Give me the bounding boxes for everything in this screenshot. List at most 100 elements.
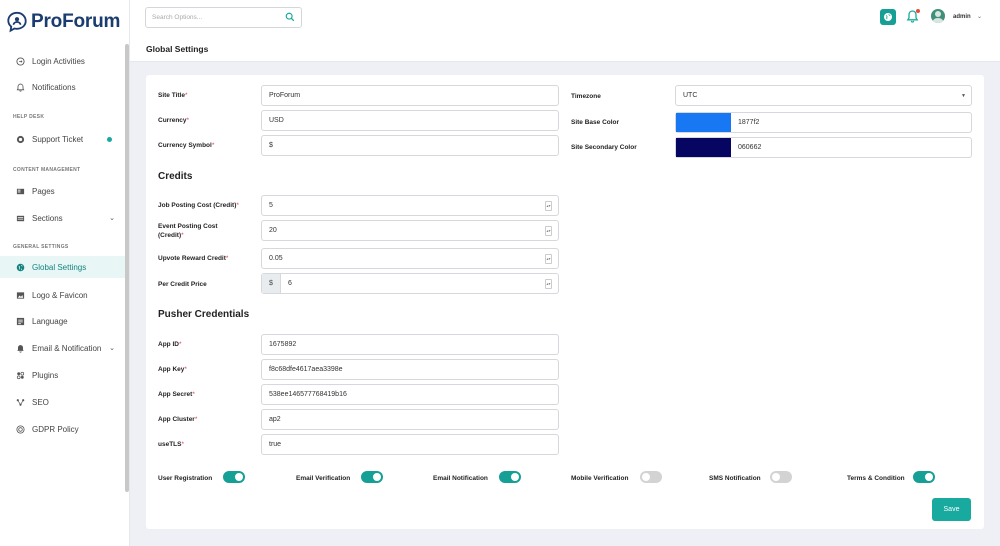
sidebar-scrollbar[interactable] xyxy=(125,44,129,492)
user-name[interactable]: admin xyxy=(953,14,971,20)
per-credit-field[interactable]: $ 6 ▴▾ xyxy=(261,273,559,294)
number-spinner[interactable]: ▴▾ xyxy=(545,226,552,236)
credits-heading: Credits xyxy=(158,171,193,182)
base-color-value: 1877f2 xyxy=(738,119,760,126)
visit-site-button[interactable] xyxy=(880,9,896,25)
toggle-label: Terms & Condition xyxy=(847,475,905,482)
toggle-knob xyxy=(642,473,650,481)
timezone-label: Timezone xyxy=(571,93,601,100)
app-secret-field[interactable]: 538ee146577768419b16 xyxy=(261,384,559,405)
number-spinner[interactable]: ▴▾ xyxy=(545,201,552,211)
secondary-color-field[interactable]: 060662 xyxy=(675,137,972,158)
number-spinner[interactable]: ▴▾ xyxy=(545,279,552,289)
sidebar-item-support-ticket[interactable]: Support Ticket xyxy=(0,128,126,150)
event-cost-field[interactable]: 20 ▴▾ xyxy=(261,220,559,241)
sidebar-item-plugins[interactable]: Plugins xyxy=(0,364,126,386)
search-input[interactable] xyxy=(146,8,271,27)
timezone-select[interactable]: UTC ▼ xyxy=(675,85,972,106)
sidebar-item-logo-favicon[interactable]: Logo & Favicon xyxy=(0,284,126,306)
currency-symbol-field[interactable]: $ xyxy=(261,135,559,156)
toggle-label: Mobile Verification xyxy=(571,475,629,482)
sidebar-item-global-settings[interactable]: Global Settings xyxy=(0,256,126,278)
globe-icon xyxy=(884,13,892,21)
caret-down-icon: ▼ xyxy=(961,93,966,99)
currency-field[interactable]: USD xyxy=(261,110,559,131)
toggle-knob xyxy=(511,473,519,481)
sidebar-item-language[interactable]: Language xyxy=(0,310,126,332)
ticket-icon xyxy=(15,134,26,145)
sidebar-item-label: Plugins xyxy=(32,370,59,380)
chevron-down-icon[interactable]: ⌄ xyxy=(977,13,982,20)
app-key-field[interactable]: f8c68dfe4617aea3398e xyxy=(261,359,559,380)
status-dot xyxy=(107,136,112,142)
sidebar-item-label: Notifications xyxy=(32,82,76,92)
per-credit-label: Per Credit Price xyxy=(158,281,207,288)
job-cost-value: 5 xyxy=(269,202,273,209)
image-icon xyxy=(15,290,26,301)
email-bell-icon xyxy=(15,343,26,354)
email-verification-toggle[interactable] xyxy=(361,471,383,483)
sidebar-item-sections[interactable]: Sections ⌄ xyxy=(0,207,126,229)
sidebar-item-email-notification[interactable]: Email & Notification ⌄ xyxy=(0,337,126,359)
currency-value: USD xyxy=(269,117,284,124)
site-title-field[interactable]: ProForum xyxy=(261,85,559,106)
user-registration-toggle[interactable] xyxy=(223,471,245,483)
section-general-settings: GENERAL SETTINGS xyxy=(13,244,69,250)
secondary-color-swatch[interactable] xyxy=(676,138,731,157)
seo-icon xyxy=(15,397,26,408)
sidebar-item-label: Login Activities xyxy=(32,56,85,66)
toggle-knob xyxy=(925,473,933,481)
logo[interactable]: ProForum xyxy=(6,9,120,35)
settings-card: Site Title* ProForum Currency* USD Curre… xyxy=(146,75,984,529)
sidebar-item-label: Pages xyxy=(32,186,55,196)
plugins-icon xyxy=(15,370,26,381)
use-tls-field[interactable]: true xyxy=(261,434,559,455)
email-notification-toggle[interactable] xyxy=(499,471,521,483)
gdpr-icon xyxy=(15,424,26,435)
terms-condition-toggle[interactable] xyxy=(913,471,935,483)
sidebar-item-seo[interactable]: SEO xyxy=(0,391,126,413)
base-color-swatch[interactable] xyxy=(676,113,731,132)
base-color-field[interactable]: 1877f2 xyxy=(675,112,972,133)
number-spinner[interactable]: ▴▾ xyxy=(545,254,552,264)
event-cost-label: Event Posting Cost (Credit)* xyxy=(158,223,218,239)
avatar[interactable] xyxy=(931,9,945,23)
topbar: Global Settings admin ⌄ xyxy=(130,0,1000,62)
toggle-label: Email Verification xyxy=(296,475,351,482)
sidebar-item-label: Logo & Favicon xyxy=(32,290,88,300)
notifications-button[interactable] xyxy=(906,9,920,25)
sidebar-item-pages[interactable]: Pages xyxy=(0,180,126,202)
app-cluster-value: ap2 xyxy=(269,416,281,423)
sidebar-item-login-activities[interactable]: Login Activities xyxy=(0,50,126,72)
app-id-field[interactable]: 1675892 xyxy=(261,334,559,355)
app-id-value: 1675892 xyxy=(269,341,297,348)
sidebar-item-label: Language xyxy=(32,316,68,326)
sidebar-item-gdpr-policy[interactable]: GDPR Policy xyxy=(0,418,126,440)
mobile-verification-toggle[interactable] xyxy=(640,471,662,483)
toggle-knob xyxy=(772,473,780,481)
currency-symbol-value: $ xyxy=(269,142,273,149)
search-icon[interactable] xyxy=(285,12,295,22)
search-box xyxy=(145,7,302,28)
app-cluster-field[interactable]: ap2 xyxy=(261,409,559,430)
save-button[interactable]: Save xyxy=(932,498,971,521)
currency-prefix: $ xyxy=(262,274,281,293)
page-title: Global Settings xyxy=(146,44,209,54)
job-cost-field[interactable]: 5 ▴▾ xyxy=(261,195,559,216)
upvote-label: Upvote Reward Credit* xyxy=(158,255,229,262)
sidebar-item-label: Support Ticket xyxy=(32,134,84,144)
notification-badge xyxy=(916,9,920,13)
event-cost-value: 20 xyxy=(269,227,277,234)
use-tls-value: true xyxy=(269,441,282,448)
toggle-label: Email Notification xyxy=(433,475,488,482)
app-key-value: f8c68dfe4617aea3398e xyxy=(269,366,343,373)
upvote-field[interactable]: 0.05 ▴▾ xyxy=(261,248,559,269)
use-tls-label: useTLS* xyxy=(158,441,185,448)
app-id-label: App ID* xyxy=(158,341,182,348)
app-cluster-label: App Cluster* xyxy=(158,416,198,423)
toggle-label: SMS Notification xyxy=(709,475,761,482)
sidebar-item-notifications[interactable]: Notifications xyxy=(0,76,126,98)
sms-notification-toggle[interactable] xyxy=(770,471,792,483)
sidebar-item-label: Global Settings xyxy=(32,262,87,272)
sidebar: ProForum Login Activities Notifications … xyxy=(0,0,130,546)
